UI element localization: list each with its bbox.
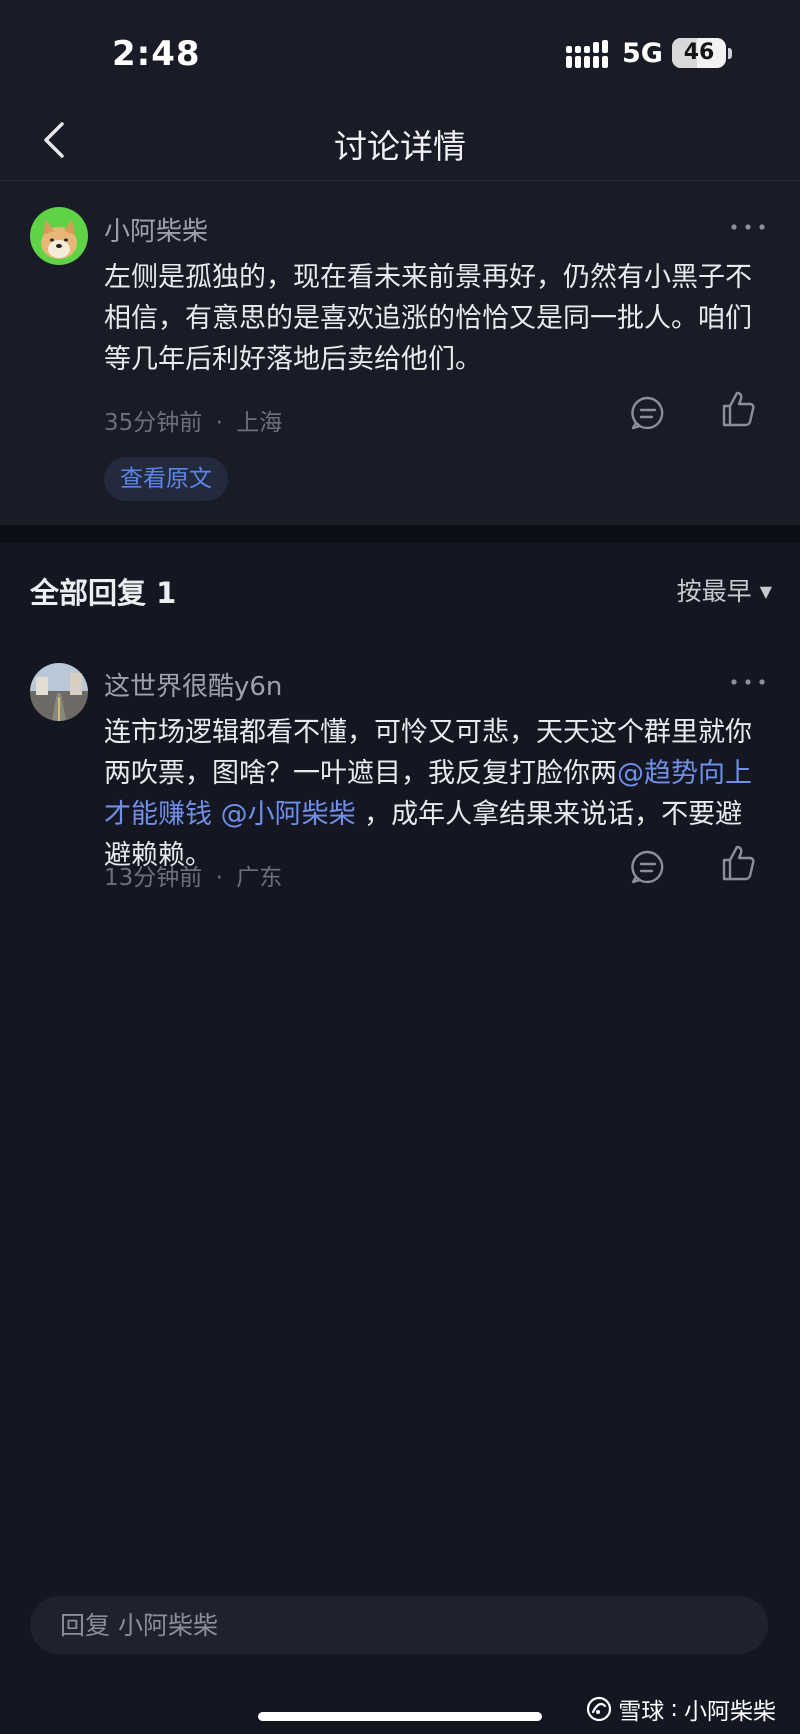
mention-link[interactable]: @小阿柴柴	[221, 799, 356, 830]
watermark: 雪球 : 小阿柴柴	[586, 1692, 776, 1726]
reply-location: 广东	[236, 865, 283, 891]
author-avatar[interactable]	[30, 207, 88, 265]
meta-separator: ·	[215, 865, 223, 891]
comment-icon[interactable]	[628, 393, 668, 433]
comment-icon[interactable]	[628, 847, 668, 887]
view-original-button[interactable]: 查看原文	[104, 457, 228, 501]
battery-icon: 46	[672, 38, 726, 68]
battery-cap	[728, 48, 732, 59]
status-time: 2:48	[112, 34, 201, 74]
post-card: 小阿柴柴 左侧是孤独的，现在看未来前景再好，仍然有小黑子不相信，有意思的是喜欢追…	[0, 181, 800, 525]
caret-down-icon: ▼	[759, 581, 772, 601]
replies-count-header: 全部回复 1	[30, 576, 177, 610]
post-time: 35分钟前	[104, 410, 203, 436]
meta-separator: ·	[215, 410, 223, 436]
like-thumb-icon[interactable]	[718, 389, 758, 429]
xueqiu-logo-icon	[587, 1696, 612, 1722]
home-indicator	[258, 1712, 542, 1721]
post-content: 左侧是孤独的，现在看未来前景再好，仍然有小黑子不相信，有意思的是喜欢追涨的恰恰又…	[104, 262, 752, 375]
network-type: 5G	[622, 38, 663, 69]
like-thumb-icon[interactable]	[718, 843, 758, 883]
sort-dropdown[interactable]: 按最早 ▼	[677, 572, 772, 608]
watermark-brand: 雪球	[618, 1699, 665, 1725]
top-nav-bar: 讨论详情	[0, 100, 800, 181]
reply-input[interactable]	[30, 1596, 768, 1654]
post-location: 上海	[236, 410, 283, 436]
street-photo-avatar-icon	[30, 663, 88, 721]
more-options-icon[interactable]	[728, 217, 768, 237]
status-bar: 2:48 5G 46	[0, 0, 800, 100]
reply-author-avatar[interactable]	[30, 663, 88, 721]
post-meta: 35分钟前 · 上海	[104, 403, 282, 437]
sort-label: 按最早	[676, 577, 752, 606]
reply-text-segment	[212, 799, 221, 830]
reply-author-name[interactable]: 这世界很酷y6n	[104, 666, 282, 703]
signal-strength-icon	[566, 40, 608, 68]
reply-time: 13分钟前	[104, 865, 203, 891]
page-title: 讨论详情	[334, 127, 466, 166]
watermark-user: 小阿柴柴	[684, 1699, 776, 1725]
battery-level: 46	[683, 40, 715, 65]
reply-meta: 13分钟前 · 广东	[104, 858, 282, 892]
section-divider	[0, 525, 800, 543]
post-author-name[interactable]: 小阿柴柴	[104, 211, 208, 248]
shiba-avatar-icon	[30, 207, 88, 265]
watermark-separator: :	[670, 1696, 678, 1722]
more-options-icon[interactable]	[728, 672, 768, 692]
